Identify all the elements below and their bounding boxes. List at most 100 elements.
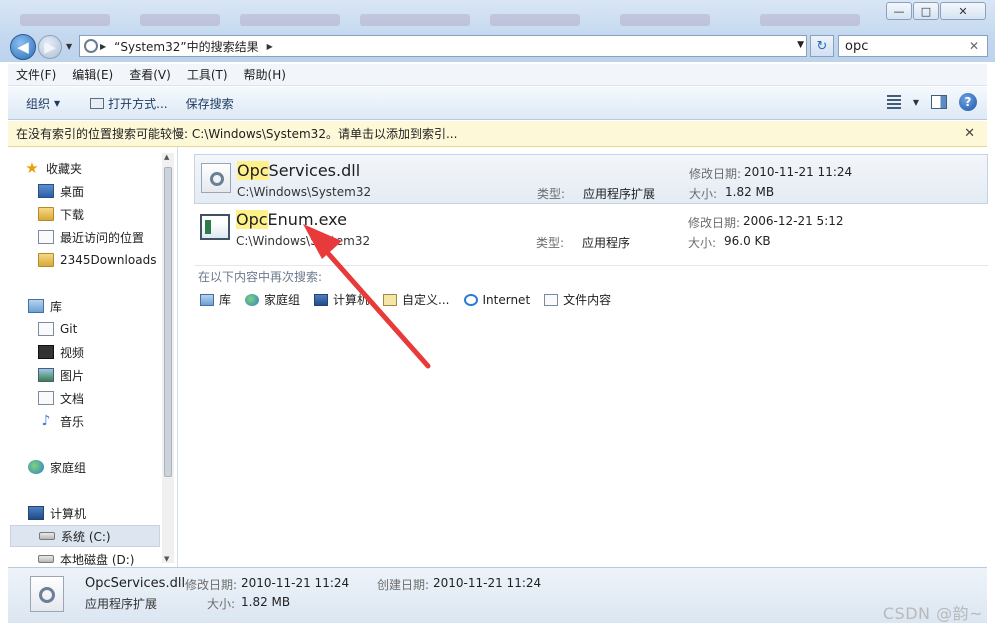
open-with-button[interactable]: 打开方式... — [81, 95, 176, 112]
homegroup-icon — [245, 293, 260, 306]
open-with-icon — [90, 97, 105, 109]
search-again-internet[interactable]: Internet — [463, 293, 530, 307]
result-path: C:\Windows\System32 — [236, 234, 371, 248]
sidebar-item-label: Git — [60, 322, 78, 336]
clear-search-icon[interactable]: ✕ — [969, 39, 979, 53]
sidebar-item-homegroup[interactable]: 家庭组 — [28, 456, 180, 478]
close-button[interactable]: ✕ — [940, 2, 986, 20]
drive-icon — [38, 555, 54, 563]
sidebar-item-label: 本地磁盘 (D:) — [60, 552, 135, 567]
address-bar[interactable]: ▶ “System32”中的搜索结果 ▶ ▼ — [79, 35, 807, 57]
sidebar-item-libraries[interactable]: 库 — [28, 295, 180, 317]
sidebar-item-drive-c[interactable]: 系统 (C:) — [10, 525, 160, 547]
menu-edit[interactable]: 编辑(E) — [64, 66, 121, 83]
sidebar-item-label: 音乐 — [60, 414, 85, 429]
scrollbar-thumb[interactable] — [164, 167, 172, 477]
taskbar-ghost — [240, 14, 340, 26]
search-highlight: Opc — [236, 210, 268, 229]
address-dropdown-icon[interactable]: ▼ — [797, 40, 804, 50]
taskbar-ghost — [140, 14, 220, 26]
close-info-bar-icon[interactable]: ✕ — [964, 126, 975, 141]
minimize-button[interactable]: — — [886, 2, 912, 20]
gear-icon — [39, 587, 55, 603]
breadcrumb-chevron-icon[interactable]: ▶ — [98, 42, 108, 51]
search-again-libraries[interactable]: 库 — [200, 291, 231, 308]
sidebar-item-label: 桌面 — [60, 184, 85, 199]
search-again-custom[interactable]: 自定义... — [383, 291, 450, 308]
computer-icon — [314, 293, 329, 306]
exe-file-icon — [200, 214, 230, 240]
taskbar-ghost — [490, 14, 580, 26]
taskbar-ghost — [760, 14, 860, 26]
maximize-button[interactable]: □ — [913, 2, 939, 20]
save-search-button[interactable]: 保存搜索 — [177, 95, 243, 112]
result-item-opcenum[interactable]: OpcEnum.exe C:\Windows\System32 类型: 应用程序… — [194, 204, 988, 254]
modified-value: 2010-11-21 11:24 — [744, 165, 853, 179]
recent-pages-dropdown-icon[interactable]: ▼ — [66, 42, 72, 51]
search-input[interactable]: opc ✕ — [838, 35, 988, 57]
help-icon[interactable]: ? — [959, 93, 977, 111]
folder-icon — [38, 253, 54, 267]
menu-tools[interactable]: 工具(T) — [179, 66, 236, 83]
sidebar-item-label: 收藏夹 — [46, 161, 83, 176]
size-value: 1.82 MB — [725, 185, 775, 199]
view-dropdown-icon[interactable]: ▼ — [913, 98, 919, 107]
chevron-down-icon: ▼ — [54, 98, 61, 108]
breadcrumb-search-results[interactable]: “System32”中的搜索结果 — [108, 38, 264, 55]
desktop-icon — [38, 184, 54, 198]
sidebar-item-computer[interactable]: 计算机 — [28, 502, 180, 524]
option-label: 计算机 — [333, 293, 370, 307]
search-again-homegroup[interactable]: 家庭组 — [245, 291, 300, 308]
breadcrumb-chevron-icon[interactable]: ▶ — [265, 42, 275, 51]
taskbar-ghost — [620, 14, 710, 26]
menu-file[interactable]: 文件(F) — [8, 66, 64, 83]
sidebar-scrollbar[interactable]: ▲ ▼ — [162, 153, 174, 563]
picture-icon — [38, 368, 54, 382]
organize-button[interactable]: 组织 ▼ — [8, 95, 69, 112]
computer-icon — [28, 506, 44, 520]
index-info-bar[interactable]: 在没有索引的位置搜索可能较慢: C:\Windows\System32。请单击以… — [8, 121, 987, 147]
result-item-opcservices[interactable]: OpcServices.dll C:\Windows\System32 类型: … — [194, 154, 988, 204]
gear-icon — [210, 172, 224, 186]
forward-button[interactable]: ▶ — [38, 35, 62, 59]
details-size-value: 1.82 MB — [241, 595, 291, 609]
search-again-computer[interactable]: 计算机 — [314, 291, 369, 308]
file-contents-icon — [544, 293, 559, 306]
menu-help[interactable]: 帮助(H) — [236, 66, 294, 83]
music-icon: ♪ — [41, 413, 51, 429]
change-view-icon[interactable] — [886, 95, 901, 109]
result-file-name: OpcEnum.exe — [236, 210, 347, 229]
internet-explorer-icon — [463, 293, 478, 306]
option-label: 自定义... — [402, 293, 450, 307]
search-again-label: 在以下内容中再次搜索: — [198, 270, 323, 284]
sidebar-item-label: 文档 — [60, 391, 85, 406]
document-icon — [38, 391, 54, 405]
custom-folder-icon — [383, 293, 398, 306]
menu-view[interactable]: 查看(V) — [121, 66, 179, 83]
option-label: 家庭组 — [264, 293, 301, 307]
star-icon: ★ — [25, 159, 39, 177]
details-created-label: 创建日期: — [377, 578, 430, 592]
search-again-file-contents[interactable]: 文件内容 — [544, 291, 611, 308]
csdn-watermark: CSDN @韵~ — [882, 604, 983, 623]
scroll-up-icon[interactable]: ▲ — [164, 153, 169, 161]
video-icon — [38, 345, 54, 359]
open-with-label: 打开方式... — [108, 96, 168, 111]
search-query: opc — [845, 38, 869, 54]
downloads-folder-icon — [38, 207, 54, 221]
dll-file-icon — [201, 163, 231, 193]
search-highlight: Opc — [237, 161, 269, 180]
scroll-down-icon[interactable]: ▼ — [164, 555, 169, 563]
sidebar-item-favorites[interactable]: ★ 收藏夹 — [24, 157, 176, 179]
sidebar-item-label: 2345Downloads — [60, 253, 157, 267]
sidebar-item-label: 图片 — [60, 368, 85, 383]
back-button[interactable]: ◀ — [10, 34, 36, 60]
details-created-value: 2010-11-21 11:24 — [433, 576, 542, 590]
modified-label: 修改日期: — [689, 167, 742, 181]
details-size-label: 大小: — [207, 597, 236, 611]
details-modified-label: 修改日期: — [185, 578, 238, 592]
preview-pane-icon[interactable] — [931, 95, 947, 109]
refresh-button[interactable]: ↻ — [810, 35, 834, 57]
type-label: 类型: — [537, 187, 566, 201]
dll-file-icon — [30, 576, 64, 612]
